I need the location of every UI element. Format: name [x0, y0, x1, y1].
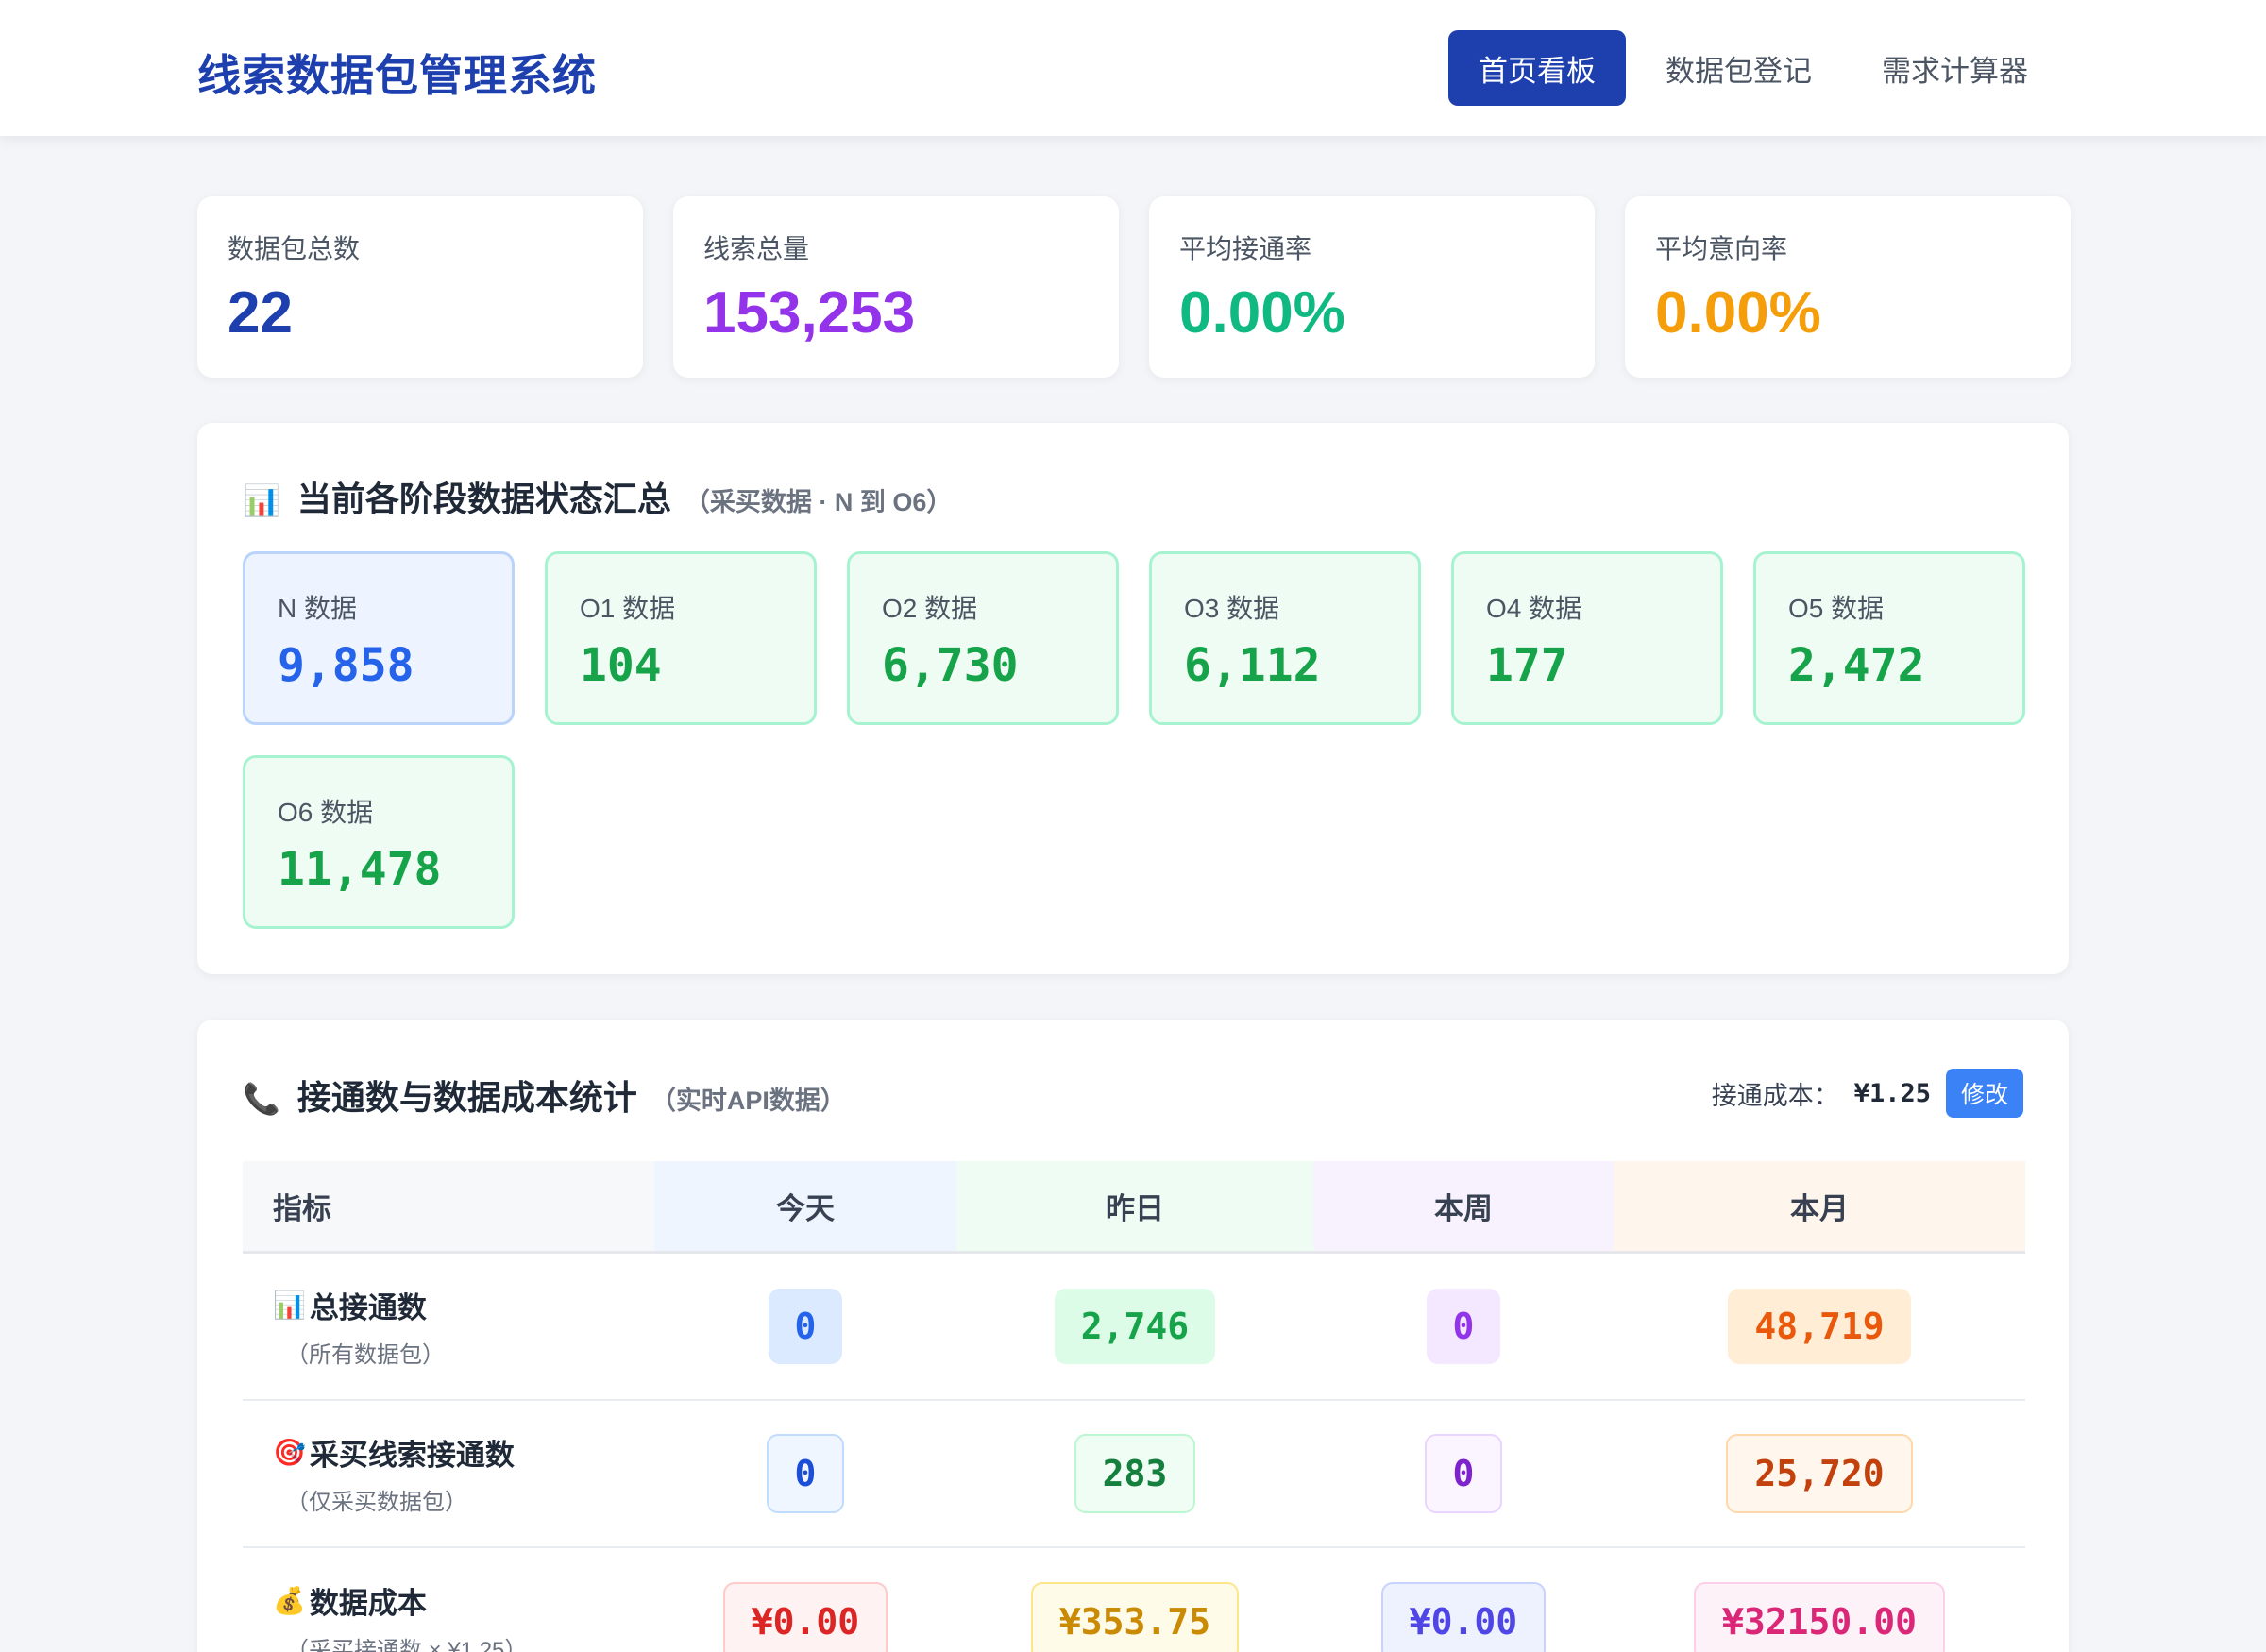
table-row: 🎯 采买线索接通数 （仅采买数据包） 0 283 0 25,720: [243, 1401, 2025, 1548]
stage-value: 104: [580, 639, 662, 692]
stage-value: 2,472: [1788, 639, 1925, 692]
stage-label: O5 数据: [1788, 594, 1885, 623]
nav-demand-calculator[interactable]: 需求计算器: [1852, 30, 2058, 106]
value-pill-week: 0: [1426, 1289, 1501, 1364]
connect-cost-value: ¥1.25: [1853, 1078, 1931, 1108]
stage-value: 9,858: [278, 639, 414, 692]
value-pill-yesterday: 283: [1074, 1434, 1196, 1513]
stat-value: 0.00%: [1179, 280, 1345, 346]
stage-summary-panel: 📊 当前各阶段数据状态汇总 （采买数据 · N 到 O6） N 数据 9,858…: [197, 423, 2069, 974]
row-subtitle: （采买接通数 × ¥1.25）: [286, 1638, 528, 1652]
nav-package-register[interactable]: 数据包登记: [1635, 30, 1842, 106]
stage-grid: N 数据 9,858 O1 数据 104 O2 数据 6,730 O3 数据 6…: [243, 551, 2025, 929]
row-label-cell: 📊 总接通数 （所有数据包）: [243, 1254, 654, 1399]
app-title: 线索数据包管理系统: [197, 51, 597, 100]
row-subtitle: （仅采买数据包）: [286, 1490, 467, 1515]
stage-value: 11,478: [278, 843, 442, 896]
stage-card-o4: O4 数据 177: [1451, 551, 1723, 725]
cost-table: 指标 今天 昨日 本周 本月 📊 总接通数 （所有数据包） 0 2,746 0 …: [243, 1161, 2025, 1652]
value-pill-month: ¥32150.00: [1694, 1582, 1945, 1652]
stat-cards: 数据包总数 22 线索总量 153,253 平均接通率 0.00% 平均意向率 …: [197, 196, 2071, 378]
nav-dashboard[interactable]: 首页看板: [1448, 30, 1626, 106]
stat-card-lead-total: 线索总量 153,253: [673, 196, 1119, 378]
table-row: 📊 总接通数 （所有数据包） 0 2,746 0 48,719: [243, 1254, 2025, 1401]
column-header-metric: 指标: [243, 1161, 654, 1251]
stage-label: O6 数据: [278, 798, 374, 827]
stage-card-n: N 数据 9,858: [243, 551, 515, 725]
top-bar: 线索数据包管理系统 首页看板 数据包登记 需求计算器: [0, 0, 2266, 136]
stat-label: 线索总量: [703, 234, 810, 263]
value-pill-today: 0: [768, 1289, 843, 1364]
stage-panel-title: 📊 当前各阶段数据状态汇总 （采买数据 · N 到 O6）: [243, 472, 952, 521]
stat-card-connect-rate: 平均接通率 0.00%: [1149, 196, 1595, 378]
money-bag-icon: 💰: [273, 1586, 306, 1615]
row-title: 总接通数: [309, 1291, 427, 1324]
row-title: 采买线索接通数: [309, 1439, 515, 1472]
row-title: 数据成本: [309, 1587, 427, 1620]
column-header-week: 本周: [1313, 1161, 1614, 1251]
stage-value: 6,112: [1184, 639, 1321, 692]
value-pill-yesterday: 2,746: [1054, 1289, 1216, 1364]
stat-value: 0.00%: [1655, 280, 1821, 346]
value-pill-yesterday: ¥353.75: [1030, 1582, 1240, 1652]
stage-card-o1: O1 数据 104: [545, 551, 817, 725]
panel-title: 当前各阶段数据状态汇总: [296, 480, 671, 518]
stat-card-intent-rate: 平均意向率 0.00%: [1625, 196, 2071, 378]
value-pill-today: ¥0.00: [722, 1582, 888, 1652]
table-header: 指标 今天 昨日 本周 本月: [243, 1161, 2025, 1254]
connect-cost: 接通成本： ¥1.25 修改: [1712, 1069, 2023, 1118]
stage-card-o2: O2 数据 6,730: [847, 551, 1119, 725]
row-label-cell: 💰 数据成本 （采买接通数 × ¥1.25）: [243, 1548, 654, 1652]
stage-value: 177: [1486, 639, 1568, 692]
value-pill-today: 0: [766, 1434, 845, 1513]
stage-card-o3: O3 数据 6,112: [1149, 551, 1421, 725]
connect-cost-label: 接通成本：: [1711, 1081, 1839, 1110]
stat-value: 22: [228, 280, 293, 346]
value-pill-week: ¥0.00: [1380, 1582, 1547, 1652]
value-pill-month: 25,720: [1726, 1434, 1913, 1513]
phone-icon: 📞: [243, 1082, 280, 1116]
stat-card-package-count: 数据包总数 22: [197, 196, 643, 378]
target-icon: 🎯: [273, 1438, 306, 1467]
stage-label: O3 数据: [1184, 594, 1280, 623]
column-header-month: 本月: [1614, 1161, 2025, 1251]
cost-stats-panel: 📞 接通数与数据成本统计 （实时API数据） 接通成本： ¥1.25 修改 指标…: [197, 1020, 2069, 1652]
stat-value: 153,253: [703, 280, 916, 346]
column-header-yesterday: 昨日: [956, 1161, 1313, 1251]
bar-chart-icon: 📊: [273, 1290, 306, 1320]
stage-label: O2 数据: [882, 594, 978, 623]
bar-chart-icon: 📊: [243, 483, 280, 517]
stat-label: 数据包总数: [228, 234, 361, 263]
row-label-cell: 🎯 采买线索接通数 （仅采买数据包）: [243, 1401, 654, 1546]
stage-label: N 数据: [278, 594, 358, 623]
panel-subtitle: （采买数据 · N 到 O6）: [684, 488, 953, 516]
table-row: 💰 数据成本 （采买接通数 × ¥1.25） ¥0.00 ¥353.75 ¥0.…: [243, 1548, 2025, 1652]
stage-label: O4 数据: [1486, 594, 1582, 623]
main-nav: 首页看板 数据包登记 需求计算器: [1448, 30, 2058, 106]
stat-label: 平均接通率: [1179, 234, 1312, 263]
edit-cost-button[interactable]: 修改: [1945, 1069, 2023, 1118]
stage-label: O1 数据: [580, 594, 676, 623]
stat-label: 平均意向率: [1655, 234, 1788, 263]
stage-card-o6: O6 数据 11,478: [243, 755, 515, 929]
column-header-today: 今天: [654, 1161, 956, 1251]
panel-subtitle: （实时API数据）: [650, 1087, 846, 1115]
cost-panel-title: 📞 接通数与数据成本统计 （实时API数据）: [243, 1070, 846, 1120]
value-pill-week: 0: [1424, 1434, 1503, 1513]
value-pill-month: 48,719: [1728, 1289, 1911, 1364]
row-subtitle: （所有数据包）: [286, 1342, 445, 1368]
stage-card-o5: O5 数据 2,472: [1753, 551, 2025, 725]
panel-title: 接通数与数据成本统计: [296, 1078, 637, 1117]
stage-value: 6,730: [882, 639, 1019, 692]
